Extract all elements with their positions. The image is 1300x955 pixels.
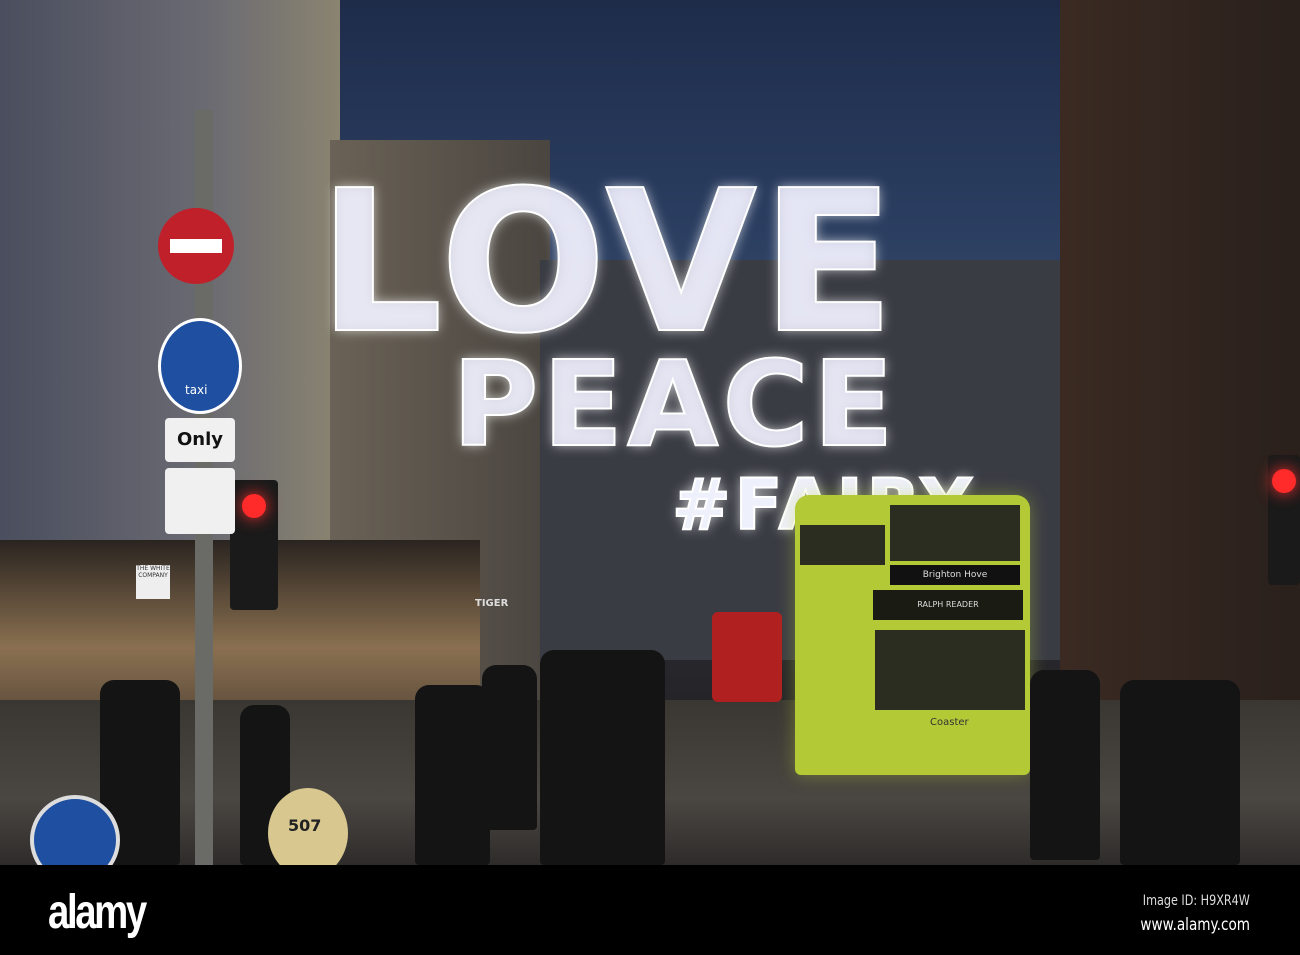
pedestrian <box>1120 680 1240 865</box>
website-url: www.alamy.com <box>1140 915 1250 935</box>
red-light-icon <box>242 494 266 518</box>
green-double-decker-bus: Brighton Hove RALPH READER Coaster <box>795 495 1030 775</box>
no-entry-sign <box>158 208 234 284</box>
bus-lower-window <box>875 630 1025 710</box>
traffic-light-right <box>1268 455 1300 585</box>
pedestrian <box>540 650 665 865</box>
bus-lane-sign: taxi <box>158 318 242 414</box>
alamy-logo: alamy <box>48 886 147 939</box>
lights-love: LOVE <box>317 149 899 377</box>
red-light-icon <box>1272 469 1296 493</box>
bus-name-panel: RALPH READER <box>873 590 1023 620</box>
traffic-light-left <box>230 480 278 610</box>
red-bus <box>712 612 782 702</box>
bollard-number: 507 <box>288 816 322 835</box>
bus-upper-window <box>890 505 1020 561</box>
image-id: Image ID: H9XR4W <box>1142 893 1250 909</box>
only-sign: Only <box>165 418 235 462</box>
cyclist <box>1030 670 1100 860</box>
watermark-footer: alamy Image ID: H9XR4W www.alamy.com <box>0 865 1300 955</box>
bus-brand: Coaster <box>930 717 969 728</box>
camera-sign <box>165 468 235 534</box>
tiger-sign: TIGER <box>475 598 509 609</box>
taxi-label: taxi <box>185 383 208 397</box>
photo-page: LOVE #FAIRY PEACE taxi Only THE WHITE CO… <box>0 0 1300 955</box>
street-photo: LOVE #FAIRY PEACE taxi Only THE WHITE CO… <box>0 0 1300 865</box>
cyclist <box>482 665 537 830</box>
shop-sign: THE WHITE COMPANY <box>136 565 170 599</box>
bus-destination-display: Brighton Hove <box>890 565 1020 585</box>
lights-peace: PEACE <box>451 335 898 473</box>
bus-side-windows <box>800 525 885 565</box>
right-building <box>1060 0 1300 720</box>
pedestrian <box>415 685 490 865</box>
